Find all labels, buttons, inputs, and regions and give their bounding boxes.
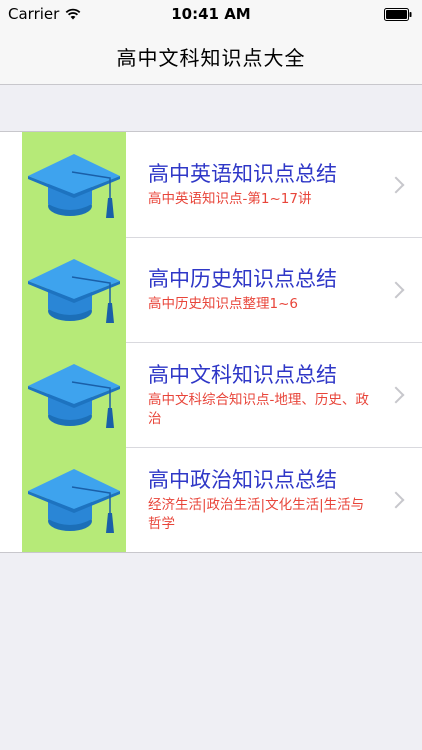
list-item-title: 高中政治知识点总结 bbox=[148, 467, 337, 492]
list-item-subtitle: 经济生活|政治生活|文化生活|生活与哲学 bbox=[148, 496, 365, 532]
chevron-right-icon bbox=[387, 491, 405, 508]
chevron-right-icon bbox=[387, 281, 405, 298]
list-item[interactable]: 高中历史知识点总结 高中历史知识点整理1~6 bbox=[0, 237, 422, 342]
list-item-text: 高中文科知识点总结 高中文科综合知识点-地理、历史、政治 bbox=[126, 342, 422, 447]
list-item-thumbnail bbox=[22, 132, 126, 237]
list-item-thumbnail bbox=[22, 237, 126, 342]
chevron-right-icon bbox=[387, 386, 405, 403]
list-item[interactable]: 高中文科知识点总结 高中文科综合知识点-地理、历史、政治 bbox=[0, 342, 422, 447]
list-item-subtitle: 高中文科综合知识点-地理、历史、政治 bbox=[148, 391, 369, 427]
list-item-title: 高中英语知识点总结 bbox=[148, 162, 337, 186]
graduation-cap-icon bbox=[28, 363, 120, 428]
list-item-subtitle: 高中英语知识点-第1~17讲 bbox=[148, 191, 312, 207]
list-item[interactable]: 高中英语知识点总结 高中英语知识点-第1~17讲 bbox=[0, 132, 422, 237]
status-bar: Carrier 10:41 AM bbox=[0, 0, 422, 28]
list-item-title: 高中历史知识点总结 bbox=[148, 267, 337, 291]
status-time: 10:41 AM bbox=[171, 5, 251, 23]
battery-icon bbox=[384, 8, 412, 21]
list-item-text: 高中英语知识点总结 高中英语知识点-第1~17讲 bbox=[126, 132, 422, 237]
list-item-thumbnail bbox=[22, 342, 126, 447]
list-item-subtitle: 高中历史知识点整理1~6 bbox=[148, 296, 298, 312]
navigation-bar: 高中文科知识点大全 bbox=[0, 28, 422, 85]
graduation-cap-icon bbox=[28, 468, 120, 533]
list-item-text: 高中历史知识点总结 高中历史知识点整理1~6 bbox=[126, 237, 422, 342]
graduation-cap-icon bbox=[28, 258, 120, 323]
graduation-cap-icon bbox=[28, 153, 120, 218]
page-title: 高中文科知识点大全 bbox=[116, 45, 306, 70]
list-item[interactable]: 高中政治知识点总结 经济生活|政治生活|文化生活|生活与哲学 bbox=[0, 447, 422, 552]
chevron-right-icon bbox=[387, 176, 405, 193]
topic-list: 高中英语知识点总结 高中英语知识点-第1~17讲 高中历史知识点总结 高中历史知… bbox=[0, 131, 422, 553]
list-item-thumbnail bbox=[22, 447, 126, 552]
list-item-text: 高中政治知识点总结 经济生活|政治生活|文化生活|生活与哲学 bbox=[126, 447, 422, 552]
list-item-title: 高中文科知识点总结 bbox=[148, 362, 337, 387]
